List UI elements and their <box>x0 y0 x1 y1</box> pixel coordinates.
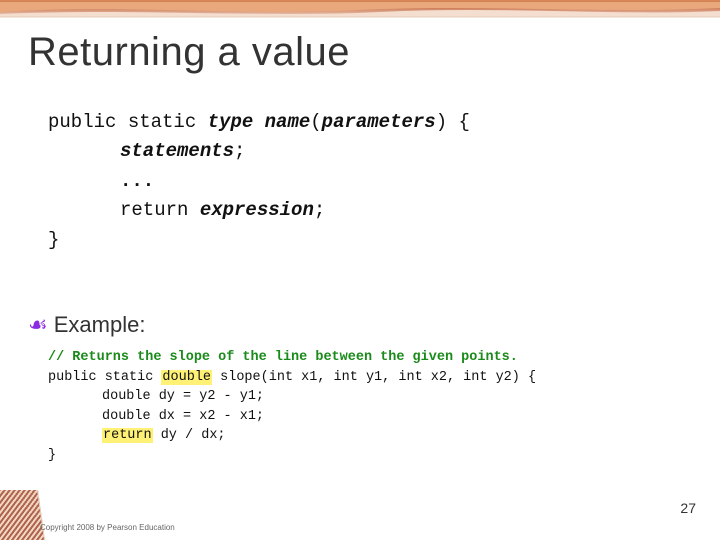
slide-title: Returning a value <box>28 30 350 75</box>
kw-return: return <box>120 199 188 221</box>
highlight-double: double <box>161 370 212 385</box>
sig-prefix: public static <box>48 370 161 385</box>
placeholder-statements: statements <box>120 140 234 162</box>
syntax-line-statements: statements; <box>48 137 690 166</box>
syntax-line-1: public static type name(parameters) { <box>48 108 690 137</box>
code-line-dy: double dy = y2 - y1; <box>48 387 702 407</box>
placeholder-name: name <box>265 111 311 133</box>
rparen-brace: ) { <box>436 111 470 133</box>
page-number: 27 <box>680 500 696 516</box>
syntax-closing-brace: } <box>48 226 690 255</box>
code-closing-brace: } <box>48 446 702 466</box>
syntax-line-return: return expression; <box>48 196 690 225</box>
placeholder-expression: expression <box>200 199 314 221</box>
syntax-ellipsis: ... <box>48 167 690 196</box>
decorative-corner-icon <box>0 490 48 540</box>
semicolon: ; <box>234 140 245 162</box>
code-line-return: return dy / dx; <box>48 426 702 446</box>
code-comment: // Returns the slope of the line between… <box>48 348 702 368</box>
code-example: // Returns the slope of the line between… <box>48 348 702 465</box>
placeholder-parameters: parameters <box>322 111 436 133</box>
code-signature: public static double slope(int x1, int y… <box>48 368 702 388</box>
example-label-text: Example: <box>54 312 146 337</box>
code-line-dx: double dx = x2 - x1; <box>48 407 702 427</box>
highlight-return: return <box>102 428 153 443</box>
kw-public-static: public static <box>48 111 196 133</box>
example-heading: ☙Example: <box>28 312 145 338</box>
syntax-block: public static type name(parameters) { st… <box>48 108 690 255</box>
decorative-wave <box>0 2 720 16</box>
sig-suffix: slope(int x1, int y1, int x2, int y2) { <box>212 370 536 385</box>
lparen: ( <box>310 111 321 133</box>
placeholder-type: type <box>208 111 254 133</box>
bullet-icon: ☙ <box>28 312 48 337</box>
semicolon-2: ; <box>314 199 325 221</box>
return-tail: dy / dx; <box>153 428 226 443</box>
copyright-footer: Copyright 2008 by Pearson Education <box>40 523 175 532</box>
